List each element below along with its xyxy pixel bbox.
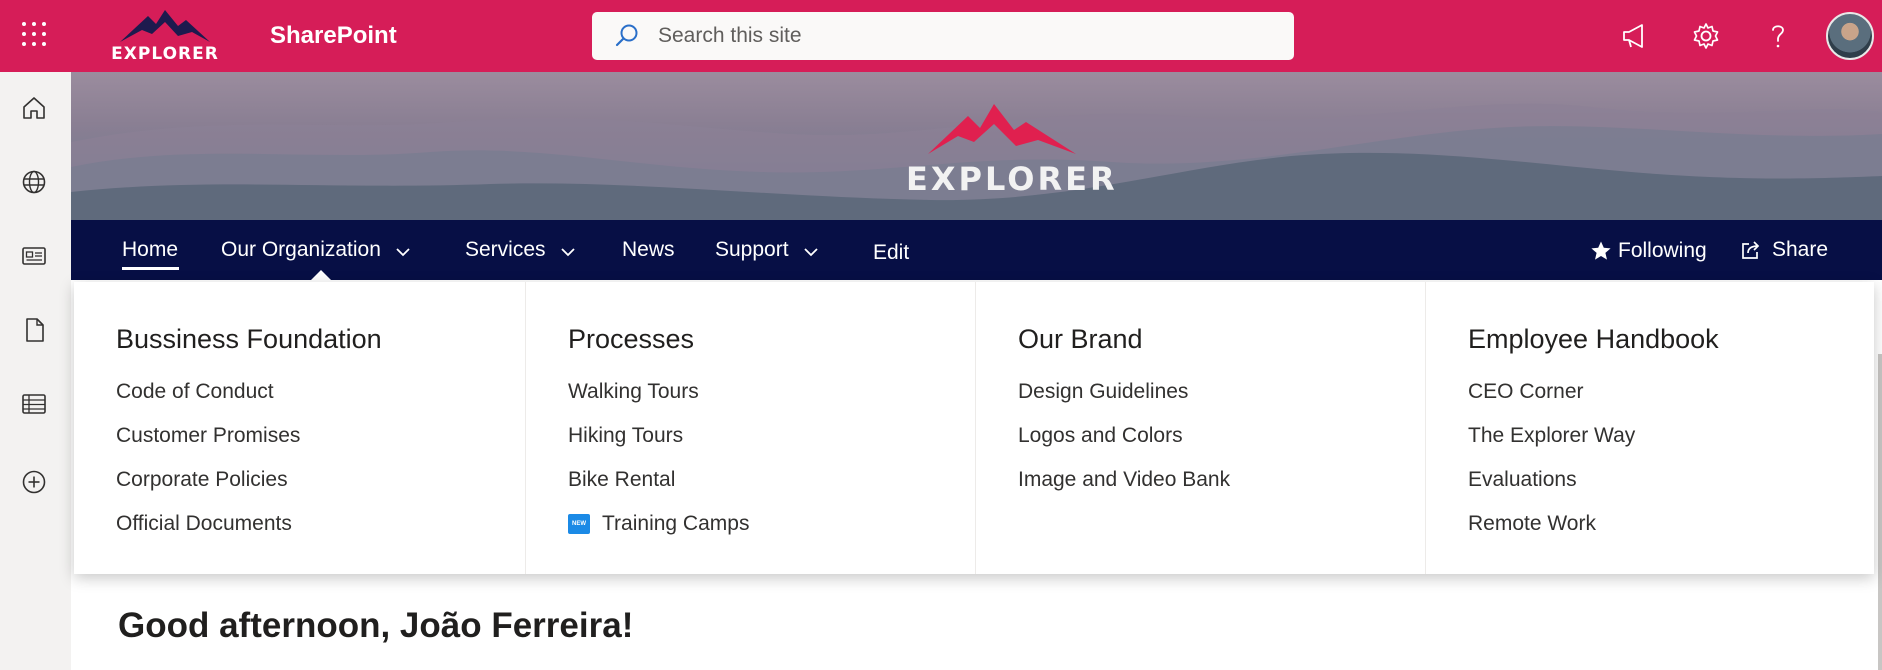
share-icon [1742, 241, 1760, 259]
megamenu-link-training-camps[interactable]: NEW Training Camps [568, 512, 749, 536]
megamenu-heading[interactable]: Our Brand [1018, 324, 1143, 355]
following-label: Following [1618, 239, 1707, 262]
megaphone-icon[interactable] [1618, 20, 1650, 52]
nav-item-label: Support [715, 238, 789, 261]
hero-logo-text: EXPLORER [906, 160, 1118, 198]
megamenu-heading[interactable]: Employee Handbook [1468, 324, 1719, 355]
megamenu-link[interactable]: Walking Tours [568, 380, 699, 404]
megamenu-link[interactable]: Hiking Tours [568, 424, 683, 448]
page-scrollbar[interactable] [1878, 354, 1882, 670]
chevron-down-icon [803, 247, 818, 256]
new-badge-icon: NEW [568, 514, 590, 534]
nav-item-news[interactable]: News [622, 238, 675, 262]
search-input[interactable]: Search this site [658, 24, 802, 48]
hub-navigation: Home Our Organization Services News Supp… [71, 220, 1882, 280]
news-icon[interactable] [20, 242, 48, 270]
file-icon[interactable] [20, 316, 48, 344]
megamenu-link[interactable]: Remote Work [1468, 512, 1596, 536]
chevron-down-icon [560, 247, 575, 256]
selected-nav-indicator [122, 267, 179, 270]
home-icon[interactable] [20, 94, 48, 122]
globe-icon[interactable] [20, 168, 48, 196]
avatar[interactable] [1826, 12, 1874, 60]
nav-item-services[interactable]: Services [465, 238, 576, 262]
megamenu-column: Bussiness Foundation Code of Conduct Cus… [74, 282, 525, 574]
share-button[interactable]: Share [1740, 238, 1828, 262]
megamenu-link[interactable]: Official Documents [116, 512, 292, 536]
nav-item-label: Edit [873, 241, 910, 264]
nav-item-home[interactable]: Home [122, 238, 178, 262]
megamenu-heading[interactable]: Processes [568, 324, 694, 355]
megamenu-link[interactable]: The Explorer Way [1468, 424, 1635, 448]
nav-edit-link[interactable]: Edit [873, 241, 909, 265]
mountain-logo-icon [120, 10, 210, 42]
add-icon[interactable] [20, 468, 48, 496]
megamenu-panel: Bussiness Foundation Code of Conduct Cus… [74, 282, 1874, 574]
megamenu-heading[interactable]: Bussiness Foundation [116, 324, 382, 355]
chevron-down-icon [396, 247, 410, 256]
megamenu-link[interactable]: Corporate Policies [116, 468, 288, 492]
share-label: Share [1772, 238, 1829, 261]
app-launcher-icon[interactable] [20, 20, 48, 48]
megamenu-link-label: Training Camps [602, 512, 750, 535]
nav-item-our-organization[interactable]: Our Organization [221, 238, 411, 262]
mountain-logo-icon [928, 104, 1076, 154]
suite-bar: EXPLORER SharePoint Search this site [0, 0, 1882, 72]
search-box[interactable]: Search this site [592, 12, 1294, 60]
megamenu-link[interactable]: Code of Conduct [116, 380, 274, 404]
megamenu-pointer [309, 270, 333, 282]
list-icon[interactable] [20, 390, 48, 418]
gear-icon[interactable] [1690, 20, 1722, 52]
site-logo[interactable]: EXPLORER [108, 6, 222, 66]
greeting-heading: Good afternoon, João Ferreira! [118, 606, 634, 645]
star-icon [1591, 241, 1611, 260]
nav-item-label: Services [465, 238, 546, 261]
megamenu-link[interactable]: Evaluations [1468, 468, 1577, 492]
nav-item-label: News [622, 238, 675, 261]
hero-logo: EXPLORER [906, 98, 1118, 208]
megamenu-link[interactable]: Image and Video Bank [1018, 468, 1230, 492]
megamenu-link[interactable]: Customer Promises [116, 424, 300, 448]
following-button[interactable]: Following [1590, 239, 1707, 263]
megamenu-column: Processes Walking Tours Hiking Tours Bik… [525, 282, 975, 574]
megamenu-link[interactable]: CEO Corner [1468, 380, 1584, 404]
megamenu-link[interactable]: Logos and Colors [1018, 424, 1183, 448]
help-icon[interactable] [1762, 20, 1794, 52]
left-rail [0, 72, 71, 670]
nav-item-label: Home [122, 238, 179, 261]
megamenu-link[interactable]: Design Guidelines [1018, 380, 1188, 404]
nav-item-label: Our Organization [221, 238, 381, 261]
hero-banner: EXPLORER [71, 72, 1882, 220]
megamenu-column: Our Brand Design Guidelines Logos and Co… [975, 282, 1425, 574]
search-icon [615, 24, 638, 47]
app-name[interactable]: SharePoint [270, 22, 397, 50]
megamenu-column: Employee Handbook CEO Corner The Explore… [1425, 282, 1874, 574]
site-logo-text: EXPLORER [111, 44, 219, 64]
megamenu-link[interactable]: Bike Rental [568, 468, 675, 492]
nav-item-support[interactable]: Support [715, 238, 819, 262]
